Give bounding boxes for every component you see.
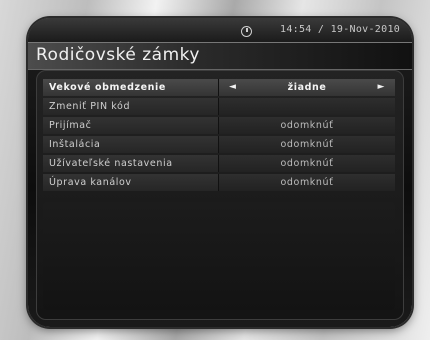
menu-row-value: odomknúť bbox=[219, 155, 395, 172]
menu-row-installation[interactable]: Inštalácia odomknúť bbox=[43, 136, 395, 153]
arrow-left-icon[interactable]: ◄ bbox=[229, 79, 237, 96]
menu-row-value: žiadne bbox=[287, 82, 327, 93]
age-restriction-selector[interactable]: ◄ žiadne ► bbox=[219, 79, 395, 96]
settings-panel: Vekové obmedzenie ◄ žiadne ► Zmeniť PIN … bbox=[36, 70, 404, 320]
menu-row-value bbox=[219, 98, 395, 115]
empty-content-area bbox=[43, 202, 395, 310]
parental-locks-window: 14:54 / 19-Nov-2010 Rodičovské zámky Vek… bbox=[28, 18, 412, 327]
menu-row-label: Zmeniť PIN kód bbox=[43, 98, 219, 115]
menu-row-receiver[interactable]: Prijímač odomknúť bbox=[43, 117, 395, 134]
menu-row-channel-edit[interactable]: Úprava kanálov odomknúť bbox=[43, 174, 395, 191]
title-bar: Rodičovské zámky bbox=[28, 42, 412, 70]
menu-row-label: Úprava kanálov bbox=[43, 174, 219, 191]
menu-row-label: Prijímač bbox=[43, 117, 219, 134]
arrow-right-icon[interactable]: ► bbox=[377, 79, 385, 96]
menu-row-label: Inštalácia bbox=[43, 136, 219, 153]
datetime-readout: 14:54 / 19-Nov-2010 bbox=[280, 24, 401, 35]
menu-row-value: odomknúť bbox=[219, 174, 395, 191]
menu-row-user-settings[interactable]: Užívateľské nastavenia odomknúť bbox=[43, 155, 395, 172]
clock-icon bbox=[241, 26, 252, 37]
page-title: Rodičovské zámky bbox=[36, 45, 200, 65]
menu-row-age-restriction[interactable]: Vekové obmedzenie ◄ žiadne ► bbox=[43, 79, 395, 96]
menu-row-label: Užívateľské nastavenia bbox=[43, 155, 219, 172]
menu-row-value: odomknúť bbox=[219, 136, 395, 153]
menu-row-label: Vekové obmedzenie bbox=[43, 79, 219, 96]
menu-row-change-pin[interactable]: Zmeniť PIN kód bbox=[43, 98, 395, 115]
menu-row-value: odomknúť bbox=[219, 117, 395, 134]
